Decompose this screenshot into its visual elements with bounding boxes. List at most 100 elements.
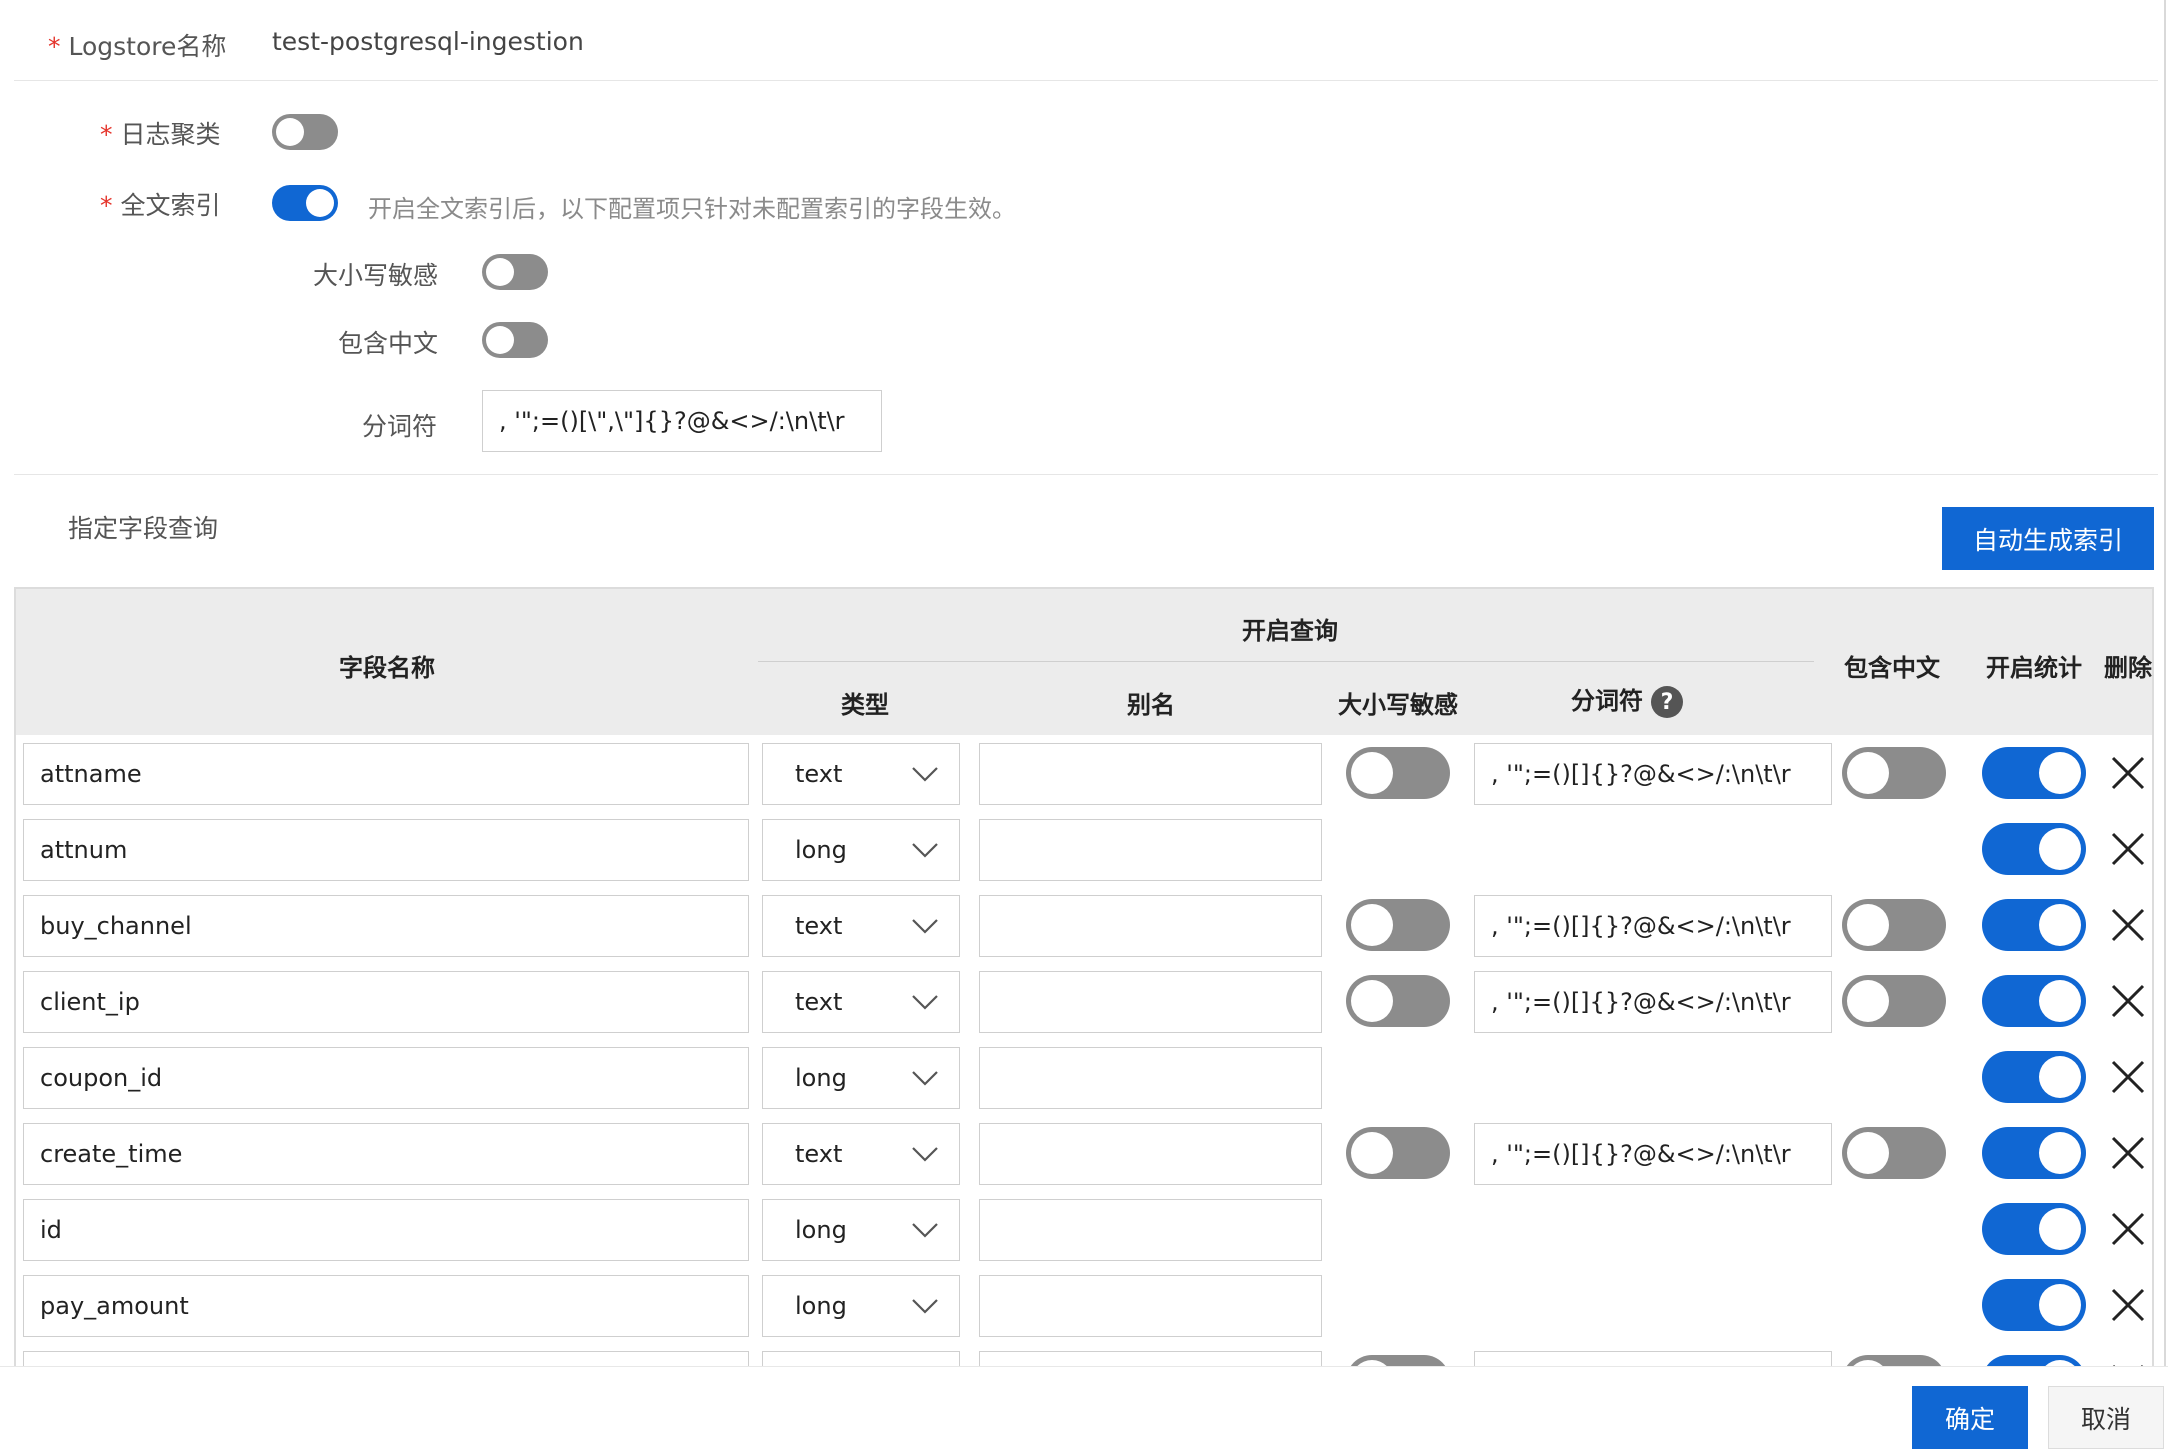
delete-row-icon[interactable] <box>2110 983 2146 1019</box>
alias-input[interactable] <box>979 971 1322 1033</box>
type-select-value: text <box>795 912 843 940</box>
row-enable-stats-toggle[interactable] <box>1982 899 2086 951</box>
chevron-down-icon <box>912 1147 938 1162</box>
field-name-input[interactable]: coupon_id <box>23 1047 749 1109</box>
header-enable-query: 开启查询 <box>1242 617 1338 645</box>
alias-input[interactable] <box>979 819 1322 881</box>
type-select-value: long <box>795 1216 847 1244</box>
row-case-sensitive-toggle[interactable] <box>1346 899 1450 951</box>
row-enable-stats-toggle[interactable] <box>1982 823 2086 875</box>
row-delimiter-input[interactable]: , '";=()[]{}?@&<>/:\n\t\r <box>1474 1123 1832 1185</box>
row-case-sensitive-toggle[interactable] <box>1346 1127 1450 1179</box>
alias-input[interactable] <box>979 743 1322 805</box>
log-cluster-label: * 日志聚类 <box>100 115 221 151</box>
divider <box>14 80 2158 81</box>
type-select[interactable]: long <box>762 1199 960 1261</box>
field-name-input[interactable]: attname <box>23 743 749 805</box>
row-enable-stats-toggle[interactable] <box>1982 1127 2086 1179</box>
alias-input[interactable] <box>979 1047 1322 1109</box>
delete-row-icon[interactable] <box>2110 1287 2146 1323</box>
row-delimiter-input[interactable]: , '";=()[]{}?@&<>/:\n\t\r <box>1474 895 1832 957</box>
header-delimiter: 分词符? <box>1571 681 1683 718</box>
field-name-input[interactable]: attnum <box>23 819 749 881</box>
delete-row-icon[interactable] <box>2110 755 2146 791</box>
row-include-chinese-toggle[interactable] <box>1842 747 1946 799</box>
type-select[interactable]: long <box>762 1275 960 1337</box>
row-include-chinese-toggle[interactable] <box>1842 899 1946 951</box>
ok-button[interactable]: 确定 <box>1912 1386 2028 1449</box>
alias-input[interactable] <box>979 1123 1322 1185</box>
type-select[interactable]: long <box>762 819 960 881</box>
table-row: client_ip text , '";=()[]{}?@&<>/:\n\t\r <box>16 963 2152 1039</box>
header-delete: 删除 <box>2104 654 2152 682</box>
include-chinese-toggle[interactable] <box>482 322 548 358</box>
row-enable-stats-toggle[interactable] <box>1982 1203 2086 1255</box>
required-mark: * <box>48 32 61 61</box>
index-config-form: * Logstore名称 test-postgresql-ingestion * 日… <box>0 0 2168 1368</box>
type-select-value: text <box>795 988 843 1016</box>
field-name-input[interactable]: pay_amount <box>23 1275 749 1337</box>
chevron-down-icon <box>912 1223 938 1238</box>
type-select-value: long <box>795 1064 847 1092</box>
delete-row-icon[interactable] <box>2110 831 2146 867</box>
table-row: id long <box>16 1191 2152 1267</box>
table-row: pay_amount long <box>16 1267 2152 1343</box>
delimiter-input[interactable]: , '";=()[\",\"]{}?@&<>/:\n\t\r <box>482 390 882 452</box>
chevron-down-icon <box>912 1299 938 1314</box>
field-index-table: 字段名称 开启查询 类型 别名 大小写敏感 分词符? 包含中文 开启统计 删除 … <box>14 587 2154 1368</box>
header-case-sensitive: 大小写敏感 <box>1338 691 1458 719</box>
row-enable-stats-toggle[interactable] <box>1982 975 2086 1027</box>
delete-row-icon[interactable] <box>2110 1211 2146 1247</box>
include-chinese-label: 包含中文 <box>338 329 439 358</box>
table-row: attnum long <box>16 811 2152 887</box>
type-select-value: long <box>795 1292 847 1320</box>
row-enable-stats-toggle[interactable] <box>1982 1279 2086 1331</box>
chevron-down-icon <box>912 919 938 934</box>
header-group-divider <box>758 661 1814 662</box>
row-case-sensitive-toggle[interactable] <box>1346 747 1450 799</box>
alias-input[interactable] <box>979 1275 1322 1337</box>
table-row <box>16 1343 2152 1368</box>
field-name-input[interactable]: create_time <box>23 1123 749 1185</box>
delete-row-icon[interactable] <box>2110 907 2146 943</box>
alias-input[interactable] <box>979 895 1322 957</box>
log-cluster-toggle[interactable] <box>272 114 338 150</box>
help-icon[interactable]: ? <box>1651 686 1683 718</box>
required-mark: * <box>100 191 113 220</box>
field-name-input[interactable]: id <box>23 1199 749 1261</box>
delete-row-icon[interactable] <box>2110 1135 2146 1171</box>
table-row: buy_channel text , '";=()[]{}?@&<>/:\n\t\r <box>16 887 2152 963</box>
auto-generate-index-button[interactable]: 自动生成索引 <box>1942 507 2154 570</box>
type-select[interactable]: text <box>762 971 960 1033</box>
table-row: attname text , '";=()[]{}?@&<>/:\n\t\r <box>16 735 2152 811</box>
case-sensitive-toggle[interactable] <box>482 254 548 290</box>
table-row: create_time text , '";=()[]{}?@&<>/:\n\t\r <box>16 1115 2152 1191</box>
delimiter-label: 分词符 <box>362 412 438 441</box>
field-name-input[interactable]: buy_channel <box>23 895 749 957</box>
log-cluster-label-text: 日志聚类 <box>120 120 221 149</box>
field-name-input[interactable]: client_ip <box>23 971 749 1033</box>
header-include-chinese: 包含中文 <box>1844 654 1940 682</box>
row-case-sensitive-toggle[interactable] <box>1346 975 1450 1027</box>
type-select[interactable]: text <box>762 895 960 957</box>
logstore-name-label-text: Logstore名称 <box>68 32 227 61</box>
row-include-chinese-toggle[interactable] <box>1842 975 1946 1027</box>
logstore-name-value: test-postgresql-ingestion <box>272 27 584 56</box>
logstore-name-label: * Logstore名称 <box>48 27 226 63</box>
row-delimiter-input[interactable]: , '";=()[]{}?@&<>/:\n\t\r <box>1474 971 1832 1033</box>
row-enable-stats-toggle[interactable] <box>1982 1051 2086 1103</box>
scrollbar-edge <box>2164 0 2166 1452</box>
row-delimiter-input[interactable]: , '";=()[]{}?@&<>/:\n\t\r <box>1474 743 1832 805</box>
delete-row-icon[interactable] <box>2110 1059 2146 1095</box>
fulltext-label-text: 全文索引 <box>120 191 221 220</box>
cancel-button[interactable]: 取消 <box>2048 1386 2164 1449</box>
row-enable-stats-toggle[interactable] <box>1982 747 2086 799</box>
row-include-chinese-toggle[interactable] <box>1842 1127 1946 1179</box>
fulltext-toggle[interactable] <box>272 185 338 221</box>
header-type: 类型 <box>841 691 889 719</box>
type-select[interactable]: text <box>762 743 960 805</box>
case-sensitive-label: 大小写敏感 <box>313 261 439 290</box>
alias-input[interactable] <box>979 1199 1322 1261</box>
type-select[interactable]: text <box>762 1123 960 1185</box>
type-select[interactable]: long <box>762 1047 960 1109</box>
